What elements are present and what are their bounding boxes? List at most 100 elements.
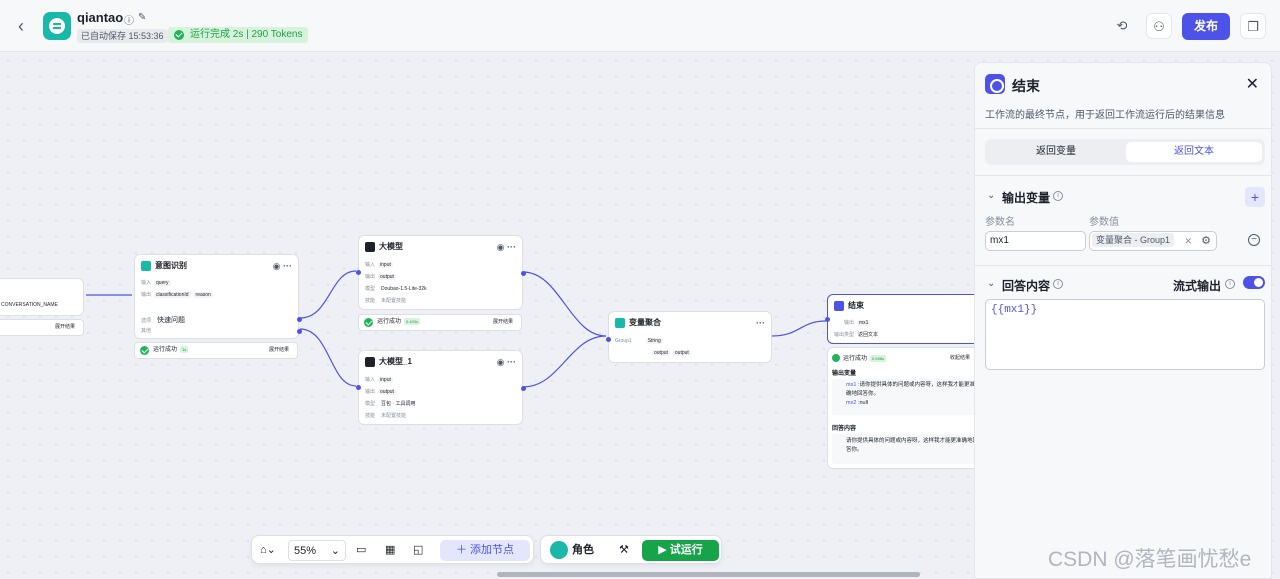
param-value-label: 参数值: [1089, 217, 1119, 228]
output-var: reason: [193, 292, 213, 298]
start-node[interactable]: CONVERSATION_NAME: [0, 278, 84, 316]
model-name: Doubao-1.5-Lite-32k: [381, 286, 427, 292]
horizontal-scrollbar[interactable]: [497, 572, 920, 577]
output-vars-box: mx1 :请你提供具体的问题或内容呀，这样我才能更准确地回答你。 mx2 :nu…: [832, 379, 982, 415]
info-icon[interactable]: i: [1053, 191, 1063, 201]
copy-window-icon[interactable]: ❐: [1240, 13, 1266, 39]
close-icon[interactable]: ✕: [1246, 74, 1259, 94]
back-arrow-icon[interactable]: ‹: [18, 16, 34, 36]
expand-results[interactable]: 展开结果: [493, 315, 513, 330]
param-value-select[interactable]: 变量聚合 - Group1 ✕ ⚙: [1089, 231, 1217, 251]
status-text: 运行成功: [843, 356, 868, 362]
mouse-mode-icon[interactable]: ⌂⌄: [260, 540, 276, 561]
remove-variable-icon[interactable]: −: [1248, 234, 1260, 246]
answer-content-editor[interactable]: {{mx1}}: [985, 299, 1265, 370]
output-label: 输出: [365, 389, 376, 395]
end-result-panel: 运行成功 0.598s 收起结果 输出变量 mx1 :请你提供具体的问题或内容呀，…: [827, 347, 987, 469]
collapse-results[interactable]: 收起结果: [950, 354, 970, 361]
param-name-input[interactable]: mx1: [985, 231, 1086, 251]
role-button[interactable]: 角色: [572, 540, 594, 561]
info-icon[interactable]: ⓘ: [124, 12, 134, 27]
input-label: 输入: [365, 262, 376, 268]
stream-output-toggle[interactable]: [1243, 276, 1265, 289]
tab-return-variables[interactable]: 返回变量: [988, 142, 1124, 162]
llm-node[interactable]: 大模型 ◉ ··· 输入 input 输出 output 模型 Doubao-1.5-…: [356, 235, 526, 310]
end-node-icon: [985, 74, 1005, 94]
publish-button[interactable]: 发布: [1182, 13, 1230, 40]
port[interactable]: [356, 385, 361, 390]
test-run-label: 试运行: [669, 544, 703, 556]
port[interactable]: [606, 337, 611, 342]
option-label: 选项: [141, 318, 152, 324]
type-chip: String: [645, 338, 663, 344]
panel-description: 工作流的最终节点，用于返回工作流运行后的结果信息: [985, 110, 1225, 121]
port[interactable]: [297, 317, 302, 322]
port[interactable]: [297, 329, 302, 334]
settings-icon[interactable]: ⚙: [1201, 232, 1211, 250]
model-name: 豆包 · 工具调用: [381, 401, 416, 407]
minimap-icon[interactable]: ◱: [413, 540, 423, 561]
edit-icon[interactable]: ✎: [138, 12, 146, 23]
clear-icon[interactable]: ✕: [1184, 232, 1192, 250]
intent-node[interactable]: 意图识别 ◉ ··· 输入 query 输出 classificationId rea…: [134, 254, 302, 339]
add-node-button[interactable]: ＋ 添加节点: [440, 540, 530, 561]
edge-intent-llm1: [299, 270, 357, 319]
port[interactable]: [356, 270, 361, 275]
aggregator-node[interactable]: 变量聚合 ··· Group1 String output output: [606, 311, 772, 363]
chevron-down-icon: ⌄: [330, 545, 340, 557]
more-icon[interactable]: ◉ ···: [497, 236, 516, 258]
option-value: 快速问题: [157, 317, 186, 324]
llm-header: 大模型_1 ◉ ···: [359, 351, 522, 373]
canvas-toolbar: ⌂⌄ 55% ⌄ ▭ ▦ ◱ ＋ 添加节点: [251, 535, 534, 564]
end-node[interactable]: 结束 输出 mx1 输出类型 返回文本: [825, 294, 987, 344]
mx1-label: mx1 :: [846, 382, 860, 388]
input-var: input: [378, 377, 393, 383]
play-icon: ▶: [658, 544, 670, 556]
autosave-text: 已自动保存 15:53:36: [77, 29, 168, 43]
output-var: classificationId: [154, 292, 191, 298]
start-var: CONVERSATION_NAME: [1, 302, 58, 308]
llm-node-1[interactable]: 大模型_1 ◉ ··· 输入 input 输出 output 模型 豆包 · 工具调用…: [356, 350, 526, 425]
comment-icon[interactable]: ▭: [356, 540, 366, 561]
layout-grid-icon[interactable]: ▦: [385, 540, 395, 561]
history-icon[interactable]: ⟲: [1109, 13, 1135, 39]
wrench-icon[interactable]: ⚒: [619, 540, 629, 561]
expand-results[interactable]: 展开结果: [269, 343, 289, 358]
more-icon[interactable]: ···: [756, 312, 765, 334]
chevron-down-icon[interactable]: ⌄: [987, 278, 995, 289]
collaborators-icon[interactable]: ⚇: [1146, 13, 1172, 39]
skill-value: 未配置技能: [381, 298, 407, 304]
mx2-label: mx2 :: [846, 400, 860, 406]
port[interactable]: [521, 386, 526, 391]
top-bar: ‹ qiantao ⓘ ✎ 已自动保存 15:53:36 运行完成 2s | 2…: [0, 0, 1280, 52]
info-icon[interactable]: i: [1053, 279, 1063, 289]
start-status[interactable]: 展开结果: [0, 319, 84, 336]
intent-header: 意图识别 ◉ ···: [135, 255, 298, 277]
run-status-badge[interactable]: 运行完成 2s | 290 Tokens: [168, 27, 309, 43]
panel-header: 结束 ✕ 工作流的最终节点，用于返回工作流运行后的结果信息: [975, 63, 1271, 129]
zoom-select[interactable]: 55% ⌄: [288, 540, 346, 561]
answer-title: 回答内容: [832, 426, 857, 432]
run-toolbar: 角色 ⚒ ▶ 试运行: [540, 535, 722, 564]
aggregator-header: 变量聚合 ···: [609, 312, 771, 334]
tab-return-text[interactable]: 返回文本: [1126, 142, 1262, 162]
port[interactable]: [521, 271, 526, 276]
output-type-label: 输出类型: [834, 332, 855, 338]
port[interactable]: [825, 317, 830, 322]
end-settings-panel: 结束 ✕ 工作流的最终节点，用于返回工作流运行后的结果信息 返回变量 返回文本 …: [974, 62, 1272, 579]
edge-llm1-agg: [522, 271, 607, 337]
input-label: 输入: [141, 280, 152, 286]
model-icon: [365, 357, 375, 367]
input-label: 输入: [365, 377, 376, 383]
aggregator-icon: [615, 318, 625, 328]
test-run-button[interactable]: ▶ 试运行: [642, 540, 719, 561]
chevron-down-icon[interactable]: ⌄: [987, 190, 995, 201]
more-icon[interactable]: ◉ ···: [497, 351, 516, 373]
info-icon[interactable]: i: [1225, 279, 1235, 289]
end-header: 结束: [828, 295, 986, 317]
expand-results[interactable]: 展开结果: [55, 320, 75, 335]
more-icon[interactable]: ◉ ···: [273, 255, 292, 277]
add-variable-button[interactable]: +: [1245, 187, 1265, 207]
llm-status[interactable]: 运行成功 0.403s 展开结果: [358, 314, 522, 331]
intent-status[interactable]: 运行成功 1s 展开结果: [134, 342, 298, 359]
